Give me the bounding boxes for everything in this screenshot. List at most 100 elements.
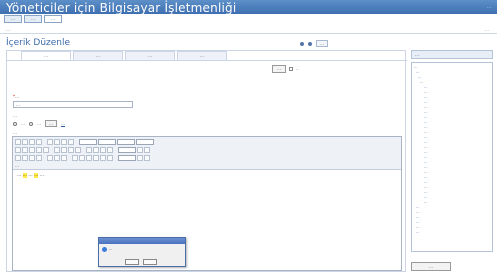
dialog-title-bar[interactable] (99, 238, 185, 244)
top-header: Yöneticiler için Bilgisayar İşletmenliği… (0, 0, 497, 15)
top-tabs: … … … (4, 15, 62, 23)
save-checkbox[interactable] (289, 67, 293, 71)
forward-icon[interactable] (308, 41, 312, 46)
editor-line-1: … (15, 163, 19, 168)
align-left-icon[interactable] (15, 154, 21, 161)
breadcrumb-bar: … … (0, 24, 497, 34)
undo-icon[interactable] (54, 146, 60, 153)
style-select[interactable] (79, 138, 97, 145)
options-label: … (13, 113, 17, 118)
editor-label: … (13, 130, 17, 135)
sidebar-header: … (411, 50, 493, 59)
maximize-icon[interactable] (137, 154, 143, 161)
header-actions: … (300, 40, 328, 47)
source-icon[interactable] (15, 138, 21, 145)
indent-icon[interactable] (107, 146, 113, 153)
unlink-icon[interactable] (54, 154, 60, 161)
confirm-dialog: … (98, 237, 186, 267)
options-link[interactable]: … (61, 121, 65, 126)
page-title: İçerik Düzenle (6, 38, 71, 48)
tab-3[interactable]: … (44, 15, 62, 23)
justify-icon[interactable] (36, 154, 42, 161)
highlight-1: … (22, 173, 27, 178)
cut-icon[interactable] (15, 146, 21, 153)
tree-item[interactable]: … (414, 230, 490, 235)
toolbar-row-1 (15, 138, 154, 145)
smiley-icon[interactable] (100, 154, 106, 161)
radio-b[interactable] (29, 121, 33, 126)
subtab-3[interactable]: … (125, 51, 175, 60)
back-icon[interactable] (300, 41, 304, 46)
find-icon[interactable] (68, 146, 74, 153)
header-action-button[interactable]: … (316, 40, 328, 47)
image-icon[interactable] (72, 154, 78, 161)
about-icon[interactable] (144, 154, 150, 161)
toolbar-row-2 (15, 146, 150, 153)
numbered-list-icon[interactable] (86, 146, 92, 153)
toolbar-row-3 (15, 154, 150, 161)
save-icon[interactable] (22, 138, 28, 145)
sidebar-tree: … … … … … … … … … … … … … … … … … … … … … (411, 62, 493, 252)
editor-content[interactable]: … … … … … (17, 173, 397, 182)
site-title: Yöneticiler için Bilgisayar İşletmenliği (6, 1, 237, 15)
content-subtabs: … … … … (7, 51, 407, 61)
align-center-icon[interactable] (22, 154, 28, 161)
italic-icon[interactable] (54, 138, 60, 145)
paste-text-icon[interactable] (36, 146, 42, 153)
subtab-1[interactable]: … (21, 51, 71, 60)
rich-text-editor: … … … … … … … (12, 136, 402, 271)
breadcrumb[interactable]: … (6, 27, 10, 32)
bold-icon[interactable] (47, 138, 53, 145)
highlight-2: … (34, 173, 39, 178)
title-input[interactable]: … (13, 101, 133, 108)
radio-a-label: … (21, 121, 25, 126)
bg-color-icon[interactable] (144, 146, 150, 153)
size-select[interactable] (136, 138, 154, 145)
toolbar-row-4: … (15, 162, 19, 169)
strike-icon[interactable] (68, 138, 74, 145)
dialog-cancel-button[interactable] (143, 259, 157, 265)
copy-icon[interactable] (22, 146, 28, 153)
user-info[interactable]: … (487, 4, 491, 9)
table-icon[interactable] (86, 154, 92, 161)
block-select[interactable] (118, 154, 136, 161)
underline-icon[interactable] (61, 138, 67, 145)
sidebar-footer-button[interactable]: … (411, 262, 451, 271)
tab-2[interactable]: … (24, 15, 42, 23)
format-select[interactable] (98, 138, 116, 145)
dialog-message: … (109, 247, 113, 251)
replace-icon[interactable] (75, 146, 81, 153)
align-right-icon[interactable] (29, 154, 35, 161)
font-select[interactable] (117, 138, 135, 145)
bullet-list-icon[interactable] (93, 146, 99, 153)
breadcrumb-right: … (485, 27, 489, 32)
tab-1[interactable]: … (4, 15, 22, 23)
preview-icon[interactable] (36, 138, 42, 145)
rule-icon[interactable] (93, 154, 99, 161)
redo-icon[interactable] (61, 146, 67, 153)
save-button[interactable]: … (272, 65, 286, 73)
save-row: … … (272, 65, 300, 73)
color-select[interactable] (118, 146, 136, 153)
subtab-2[interactable]: … (73, 51, 123, 60)
flash-icon[interactable] (79, 154, 85, 161)
special-char-icon[interactable] (107, 154, 113, 161)
new-page-icon[interactable] (29, 138, 35, 145)
radio-b-label: … (37, 121, 41, 126)
text-color-icon[interactable] (137, 146, 143, 153)
save-note: … (296, 67, 300, 71)
info-icon (102, 247, 107, 252)
content-panel: … … … … … … *… … … … … … … … … … … … … …… (6, 50, 407, 272)
radio-a[interactable] (13, 121, 17, 126)
paste-word-icon[interactable] (43, 146, 49, 153)
outdent-icon[interactable] (100, 146, 106, 153)
paste-icon[interactable] (29, 146, 35, 153)
anchor-icon[interactable] (61, 154, 67, 161)
dialog-ok-button[interactable] (125, 259, 139, 265)
subtab-4[interactable]: … (177, 51, 227, 60)
editor-paragraph: … … … … … (17, 173, 44, 178)
choose-button[interactable]: … (45, 120, 57, 127)
title-label: *… (13, 94, 19, 99)
options-row: … … … … (13, 120, 65, 127)
link-icon[interactable] (47, 154, 53, 161)
